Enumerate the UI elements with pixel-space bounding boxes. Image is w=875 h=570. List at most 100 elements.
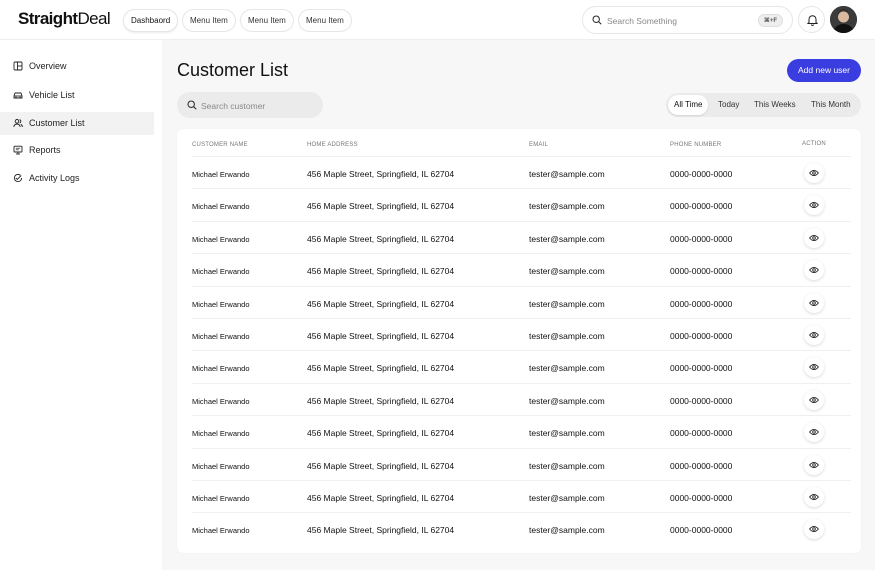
- table-row[interactable]: Michael Erwando 456 Maple Street, Springf…: [192, 415, 851, 448]
- table-row[interactable]: Michael Erwando 456 Maple Street, Springf…: [192, 253, 851, 286]
- table-row[interactable]: Michael Erwando 456 Maple Street, Springf…: [192, 382, 851, 416]
- cell-customer-name: Michael Erwando: [192, 396, 250, 406]
- logo[interactable]: StraightDeal: [18, 9, 111, 29]
- customer-search-placeholder: Search customer: [201, 101, 266, 111]
- view-customer-button[interactable]: [804, 163, 824, 183]
- search-icon: [187, 100, 197, 110]
- cell-phone-number: 0000-0000-0000: [670, 169, 733, 179]
- view-customer-button[interactable]: [804, 422, 824, 443]
- table-row[interactable]: Michael Erwando 456 Maple Street, Springf…: [192, 512, 851, 545]
- sidebar-item-overview[interactable]: Overview: [0, 55, 154, 78]
- eye-icon: [809, 461, 819, 468]
- main-content: Customer List Add new user Search custom…: [162, 40, 875, 570]
- eye-icon: [809, 526, 819, 533]
- cell-email: tester@sample.com: [529, 460, 605, 471]
- view-customer-button[interactable]: [804, 357, 824, 378]
- view-customer-button[interactable]: [804, 227, 824, 248]
- cell-customer-name: Michael Erwando: [192, 202, 250, 212]
- cell-customer-name: Michael Erwando: [192, 234, 250, 244]
- cell-phone-number: 0000-0000-0000: [670, 493, 733, 503]
- view-customer-button[interactable]: [804, 454, 824, 475]
- table-row[interactable]: Michael Erwando 456 Maple Street, Springf…: [192, 285, 851, 319]
- table-row[interactable]: Michael Erwando 456 Maple Street, Springf…: [192, 480, 851, 513]
- cell-customer-name: Michael Erwando: [192, 364, 250, 374]
- shortcut-badge: ⌘+F: [757, 14, 783, 27]
- cell-customer-name: Michael Erwando: [192, 429, 250, 439]
- sidebar-item-customer-list[interactable]: Customer List: [0, 112, 154, 135]
- view-customer-button[interactable]: [804, 389, 824, 410]
- table-row[interactable]: Michael Erwando 456 Maple Street, Springf…: [192, 220, 851, 254]
- cell-phone-number: 0000-0000-0000: [670, 525, 733, 536]
- cell-phone-number: 0000-0000-0000: [670, 233, 733, 244]
- cell-home-address: 456 Maple Street, Springfield, IL 62704: [307, 298, 455, 309]
- sidebar-item-vehicle-list[interactable]: Vehicle List: [0, 84, 154, 107]
- column-header-name[interactable]: CUSTOMER NAME: [192, 142, 248, 148]
- sidebar-item-reports[interactable]: Reports: [0, 139, 154, 162]
- bell-icon: [807, 15, 818, 26]
- cell-home-address: 456 Maple Street, Springfield, IL 62704: [307, 233, 455, 244]
- table-row[interactable]: Michael Erwando 456 Maple Street, Springf…: [192, 350, 851, 383]
- cell-email: tester@sample.com: [529, 331, 605, 341]
- cell-customer-name: Michael Erwando: [192, 526, 250, 536]
- filter-all-time[interactable]: All Time: [668, 95, 709, 115]
- avatar[interactable]: [830, 6, 857, 33]
- sidebar-item-label: Vehicle List: [29, 90, 75, 100]
- filter-this-month[interactable]: This Month: [805, 95, 857, 115]
- eye-icon: [809, 202, 819, 209]
- cell-home-address: 456 Maple Street, Springfield, IL 62704: [307, 266, 455, 277]
- cell-email: tester@sample.com: [529, 525, 605, 536]
- table-row[interactable]: Michael Erwando 456 Maple Street, Springf…: [192, 447, 851, 481]
- eye-icon: [809, 364, 819, 371]
- sidebar-item-label: Customer List: [29, 118, 85, 128]
- cell-home-address: 456 Maple Street, Springfield, IL 62704: [307, 428, 455, 439]
- global-search-placeholder: Search Something: [607, 16, 677, 26]
- cell-customer-name: Michael Erwando: [192, 299, 250, 309]
- nav-menu-item-2[interactable]: Menu Item: [240, 9, 294, 32]
- view-customer-button[interactable]: [804, 292, 824, 313]
- customer-search-input[interactable]: Search customer: [177, 92, 323, 118]
- cell-home-address: 456 Maple Street, Springfield, IL 62704: [307, 460, 455, 471]
- column-header-phone[interactable]: PHONE NUMBER: [670, 142, 721, 148]
- column-header-email[interactable]: EMAIL: [529, 142, 548, 148]
- cell-customer-name: Michael Erwando: [192, 332, 250, 341]
- nav-dashboard[interactable]: Dashbaord: [123, 9, 179, 32]
- table-row[interactable]: Michael Erwando 456 Maple Street, Springf…: [192, 156, 851, 189]
- cell-phone-number: 0000-0000-0000: [670, 428, 733, 439]
- global-search[interactable]: Search Something ⌘+F: [582, 6, 793, 34]
- cell-home-address: 456 Maple Street, Springfield, IL 62704: [307, 493, 455, 503]
- cell-email: tester@sample.com: [529, 363, 605, 374]
- column-header-address[interactable]: HOME ADDRESS: [307, 142, 358, 148]
- add-user-button[interactable]: Add new user: [787, 59, 861, 82]
- eye-icon: [809, 429, 819, 436]
- nav-menu-item-3[interactable]: Menu Item: [298, 9, 352, 32]
- cell-email: tester@sample.com: [529, 428, 605, 439]
- cell-phone-number: 0000-0000-0000: [670, 201, 733, 212]
- activity-icon: [14, 173, 23, 183]
- user-photo-icon: [830, 6, 857, 33]
- eye-icon: [809, 493, 819, 501]
- view-customer-button[interactable]: [804, 325, 824, 345]
- table-row[interactable]: Michael Erwando 456 Maple Street, Springf…: [192, 318, 851, 351]
- cell-email: tester@sample.com: [529, 395, 605, 406]
- view-customer-button[interactable]: [804, 260, 824, 281]
- cell-customer-name: Michael Erwando: [192, 170, 250, 179]
- cell-home-address: 456 Maple Street, Springfield, IL 62704: [307, 395, 455, 406]
- view-customer-button[interactable]: [804, 195, 824, 216]
- cell-email: tester@sample.com: [529, 298, 605, 309]
- cell-home-address: 456 Maple Street, Springfield, IL 62704: [307, 363, 455, 374]
- notifications-button[interactable]: [798, 6, 825, 33]
- sidebar-item-activity-logs[interactable]: Activity Logs: [0, 167, 154, 190]
- eye-icon: [809, 331, 819, 339]
- eye-icon: [809, 169, 819, 177]
- cell-email: tester@sample.com: [529, 169, 605, 179]
- cell-email: tester@sample.com: [529, 233, 605, 244]
- table-row[interactable]: Michael Erwando 456 Maple Street, Springf…: [192, 188, 851, 221]
- view-customer-button[interactable]: [804, 519, 824, 540]
- eye-icon: [809, 234, 819, 241]
- page-title: Customer List: [177, 60, 289, 80]
- filter-today[interactable]: Today: [712, 95, 745, 115]
- view-customer-button[interactable]: [804, 487, 824, 507]
- nav-menu-item-1[interactable]: Menu Item: [182, 9, 236, 32]
- cell-home-address: 456 Maple Street, Springfield, IL 62704: [307, 169, 455, 179]
- filter-this-weeks[interactable]: This Weeks: [748, 95, 802, 115]
